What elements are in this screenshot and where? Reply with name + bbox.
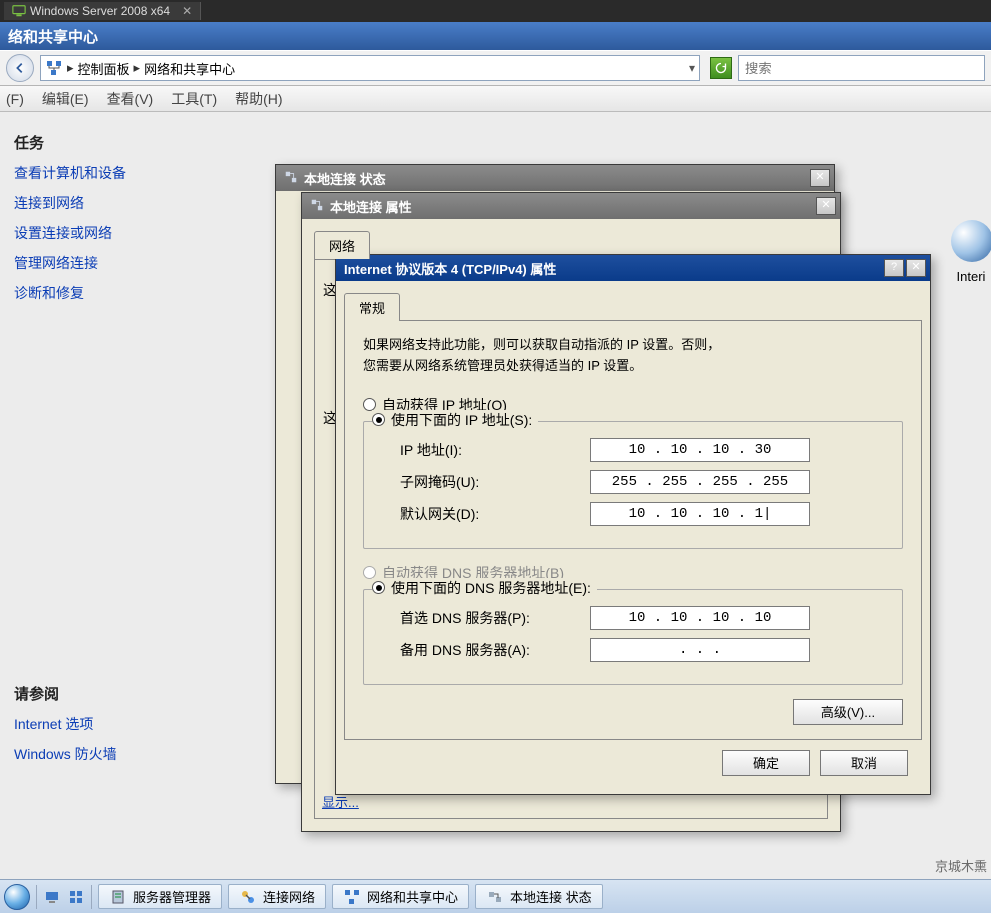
taskbar-item-connect-network[interactable]: 连接网络	[228, 884, 326, 909]
window-titlebar: 络和共享中心	[0, 22, 991, 50]
tab-network[interactable]: 网络	[314, 231, 370, 259]
close-button[interactable]: ✕	[816, 197, 836, 215]
monitor-icon	[12, 4, 26, 18]
crumb-control-panel[interactable]: 控制面板	[78, 59, 130, 78]
menu-view[interactable]: 查看(V)	[107, 89, 154, 109]
dialog-titlebar[interactable]: 本地连接 状态 ✕	[276, 165, 834, 191]
radio-manual-ip[interactable]: 使用下面的 IP 地址(S):	[372, 410, 538, 430]
dialog-title: 本地连接 状态	[304, 169, 386, 188]
chevron-right-icon: ▸	[67, 60, 74, 76]
task-link-connect[interactable]: 连接到网络	[14, 193, 246, 213]
help-button[interactable]: ?	[884, 259, 904, 277]
taskbar: 服务器管理器 连接网络 网络和共享中心 本地连接 状态	[0, 879, 991, 913]
menu-file[interactable]: (F)	[6, 91, 24, 107]
dns-primary-input[interactable]: 10 . 10 . 10 . 10	[590, 606, 810, 630]
taskbar-item-server-manager[interactable]: 服务器管理器	[98, 884, 222, 909]
network-icon	[486, 888, 504, 906]
menu-tools[interactable]: 工具(T)	[171, 89, 217, 109]
internet-globe: Interi	[951, 220, 991, 284]
dialog-title: 本地连接 属性	[330, 197, 412, 216]
quicklaunch-icon[interactable]	[43, 888, 61, 906]
network-icon	[310, 198, 324, 215]
see-also-firewall[interactable]: Windows 防火墙	[14, 744, 246, 764]
task-link-setup[interactable]: 设置连接或网络	[14, 223, 246, 243]
vm-tab[interactable]: Windows Server 2008 x64 ✕	[4, 2, 201, 20]
back-button[interactable]	[6, 54, 34, 82]
dialog-titlebar[interactable]: Internet 协议版本 4 (TCP/IPv4) 属性 ? ✕	[336, 255, 930, 281]
label-dns-primary: 首选 DNS 服务器(P):	[400, 608, 590, 628]
vm-tab-bar: Windows Server 2008 x64 ✕	[0, 0, 991, 22]
label-gateway: 默认网关(D):	[400, 504, 590, 524]
network-icon	[239, 888, 257, 906]
network-icon	[343, 888, 361, 906]
close-button[interactable]: ✕	[810, 169, 830, 187]
menu-bar: (F) 编辑(E) 查看(V) 工具(T) 帮助(H)	[0, 86, 991, 112]
radio-manual-dns[interactable]: 使用下面的 DNS 服务器地址(E):	[372, 578, 597, 598]
show-link[interactable]: 显示...	[322, 792, 359, 811]
crumb-network-center[interactable]: 网络和共享中心	[144, 59, 235, 78]
gateway-input[interactable]: 10 . 10 . 10 . 1|	[590, 502, 810, 526]
taskbar-item-network-center[interactable]: 网络和共享中心	[332, 884, 469, 909]
task-link-manage[interactable]: 管理网络连接	[14, 253, 246, 273]
start-button[interactable]	[4, 884, 30, 910]
breadcrumb[interactable]: ▸ 控制面板 ▸ 网络和共享中心 ▾	[40, 55, 700, 81]
address-toolbar: ▸ 控制面板 ▸ 网络和共享中心 ▾	[0, 50, 991, 86]
globe-icon	[951, 220, 991, 262]
menu-help[interactable]: 帮助(H)	[235, 89, 282, 109]
dialog-title: Internet 协议版本 4 (TCP/IPv4) 属性	[344, 259, 556, 278]
menu-edit[interactable]: 编辑(E)	[42, 89, 89, 109]
subnet-mask-input[interactable]: 255 . 255 . 255 . 255	[590, 470, 810, 494]
quicklaunch-icon[interactable]	[67, 888, 85, 906]
close-icon[interactable]: ✕	[182, 4, 192, 18]
search-input[interactable]	[738, 55, 985, 81]
radio-icon	[372, 413, 385, 426]
info-text: 如果网络支持此功能，则可以获取自动指派的 IP 设置。否则， 您需要从网络系统管…	[363, 335, 903, 377]
dialog-tcpip-properties: Internet 协议版本 4 (TCP/IPv4) 属性 ? ✕ 常规 如果网…	[335, 254, 931, 795]
dialog-titlebar[interactable]: 本地连接 属性 ✕	[302, 193, 840, 219]
chevron-right-icon: ▸	[134, 60, 141, 76]
see-also-internet-options[interactable]: Internet 选项	[14, 714, 246, 734]
refresh-button[interactable]	[710, 57, 732, 79]
watermark: 京城木熏	[935, 856, 987, 875]
dropdown-icon[interactable]: ▾	[689, 61, 695, 75]
advanced-button[interactable]: 高级(V)...	[793, 699, 903, 725]
task-link-diagnose[interactable]: 诊断和修复	[14, 283, 246, 303]
ip-address-input[interactable]: 10 . 10 . 10 . 30	[590, 438, 810, 462]
tasks-sidebar: 任务 查看计算机和设备 连接到网络 设置连接或网络 管理网络连接 诊断和修复 请…	[0, 112, 260, 784]
window-title: 络和共享中心	[8, 26, 98, 47]
server-icon	[109, 888, 127, 906]
network-icon	[45, 59, 63, 77]
label-dns-alt: 备用 DNS 服务器(A):	[400, 640, 590, 660]
cancel-button[interactable]: 取消	[820, 750, 908, 776]
label-ip: IP 地址(I):	[400, 440, 590, 460]
tasks-header: 任务	[14, 132, 246, 153]
radio-icon	[372, 581, 385, 594]
task-link-view-devices[interactable]: 查看计算机和设备	[14, 163, 246, 183]
vm-tab-label: Windows Server 2008 x64	[30, 4, 170, 18]
globe-label: Interi	[951, 269, 991, 284]
network-icon	[284, 170, 298, 187]
dns-alt-input[interactable]: . . .	[590, 638, 810, 662]
ok-button[interactable]: 确定	[722, 750, 810, 776]
taskbar-item-connection-status[interactable]: 本地连接 状态	[475, 884, 603, 909]
see-also-header: 请参阅	[14, 683, 246, 704]
tab-general[interactable]: 常规	[344, 293, 400, 321]
label-subnet: 子网掩码(U):	[400, 472, 590, 492]
close-button[interactable]: ✕	[906, 259, 926, 277]
